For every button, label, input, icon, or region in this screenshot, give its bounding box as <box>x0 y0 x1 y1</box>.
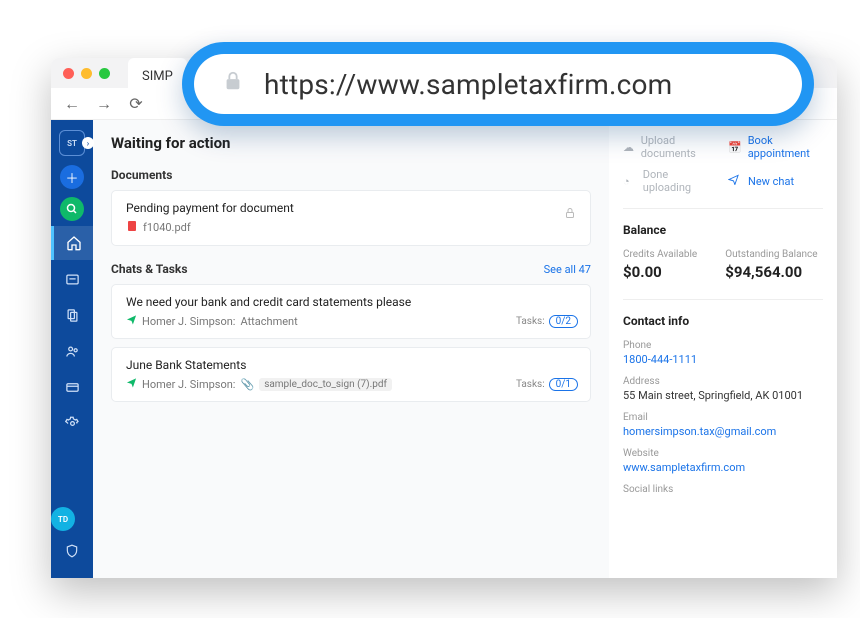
reload-button[interactable]: ⟳ <box>127 94 145 113</box>
see-all-link[interactable]: See all 47 <box>544 263 591 276</box>
browser-tab[interactable]: SIMP <box>128 58 187 88</box>
book-appointment-link[interactable]: 📅 Book appointment <box>728 134 823 160</box>
chat-title: We need your bank and credit card statem… <box>126 295 576 309</box>
chat-card[interactable]: We need your bank and credit card statem… <box>111 284 591 339</box>
chat-label: New chat <box>748 175 794 188</box>
add-button[interactable]: ＋ <box>60 165 84 189</box>
document-title: Pending payment for document <box>126 201 576 215</box>
documents-section-label: Documents <box>111 168 172 182</box>
document-card[interactable]: Pending payment for document f1040.pdf <box>111 190 591 246</box>
window-minimize-button[interactable] <box>81 68 92 79</box>
outstanding-label: Outstanding Balance <box>725 249 817 260</box>
website-value[interactable]: www.sampletaxfirm.com <box>623 461 823 474</box>
lock-icon <box>222 70 244 98</box>
sidebar-item-home[interactable] <box>51 226 93 260</box>
address-label: Address <box>623 376 823 387</box>
done-uploading-link[interactable]: ◔ Done uploading <box>623 168 718 194</box>
right-panel: ☁ Upload documents 📅 Book appointment ◔ … <box>609 120 837 578</box>
social-label: Social links <box>623 484 823 495</box>
credits-value: $0.00 <box>623 263 697 281</box>
tab-title: SIMP <box>142 69 173 84</box>
lock-icon <box>564 207 576 222</box>
paper-plane-icon <box>728 174 742 188</box>
chat-card[interactable]: June Bank Statements Homer J. Simpson: 📎… <box>111 347 591 402</box>
pdf-icon <box>126 220 138 235</box>
url-callout: https://www.sampletaxfirm.com <box>182 42 814 126</box>
main-content: Waiting for action Documents Pending pay… <box>93 120 609 578</box>
paper-plane-icon <box>126 377 137 391</box>
chat-attachment: Attachment <box>240 315 297 328</box>
tasks-label: Tasks: <box>516 379 545 390</box>
chat-author: Homer J. Simpson: <box>142 378 235 391</box>
upload-documents-link[interactable]: ☁ Upload documents <box>623 134 718 160</box>
org-logo-text: ST <box>67 139 77 148</box>
back-button[interactable]: ← <box>63 94 81 114</box>
window-close-button[interactable] <box>63 68 74 79</box>
browser-frame: SIMP ← → ⟳ ST › ＋ <box>51 58 837 578</box>
tasks-label: Tasks: <box>516 316 545 327</box>
bell-icon: ◔ <box>623 175 637 188</box>
contact-title: Contact info <box>623 314 823 328</box>
document-filename: f1040.pdf <box>143 221 191 234</box>
page-title: Waiting for action <box>111 134 591 152</box>
user-avatar[interactable]: TD <box>51 507 75 531</box>
book-label: Book appointment <box>748 134 823 160</box>
outstanding-value: $94,564.00 <box>725 263 817 281</box>
new-chat-link[interactable]: New chat <box>728 168 823 194</box>
window-maximize-button[interactable] <box>99 68 110 79</box>
tasks-count: 0/2 <box>549 315 578 328</box>
sidebar-item-shield[interactable] <box>51 534 93 568</box>
phone-value[interactable]: 1800-444-1111 <box>623 353 823 366</box>
email-value[interactable]: homersimpson.tax@gmail.com <box>623 425 823 438</box>
address-value: 55 Main street, Springfield, AK 01001 <box>623 389 823 402</box>
balance-title: Balance <box>623 223 823 237</box>
org-logo-badge[interactable]: ST › <box>59 130 85 156</box>
forward-button[interactable]: → <box>95 94 113 114</box>
user-initials: TD <box>58 515 68 524</box>
url-text: https://www.sampletaxfirm.com <box>264 68 672 101</box>
sidebar-item-billing[interactable] <box>51 370 93 404</box>
paperclip-icon: 📎 <box>240 378 254 391</box>
paper-plane-icon <box>126 314 137 328</box>
phone-label: Phone <box>623 340 823 351</box>
sidebar-item-contacts[interactable] <box>51 334 93 368</box>
address-bar[interactable]: https://www.sampletaxfirm.com <box>194 54 802 114</box>
chats-section-label: Chats & Tasks <box>111 262 187 276</box>
sidebar: ST › ＋ <box>51 120 93 578</box>
chat-author: Homer J. Simpson: <box>142 315 235 328</box>
file-chip: sample_doc_to_sign (7).pdf <box>259 378 392 391</box>
chat-title: June Bank Statements <box>126 358 576 372</box>
sidebar-item-messages[interactable] <box>51 262 93 296</box>
sidebar-item-docs[interactable] <box>51 298 93 332</box>
tasks-count: 0/1 <box>549 378 578 391</box>
done-label: Done uploading <box>643 168 718 194</box>
email-label: Email <box>623 412 823 423</box>
chevron-right-icon: › <box>82 137 94 149</box>
search-button[interactable] <box>60 197 84 221</box>
upload-label: Upload documents <box>641 134 718 160</box>
upload-icon: ☁ <box>623 141 635 154</box>
sidebar-item-settings[interactable] <box>51 406 93 440</box>
credits-label: Credits Available <box>623 249 697 260</box>
website-label: Website <box>623 448 823 459</box>
calendar-icon: 📅 <box>728 141 742 154</box>
